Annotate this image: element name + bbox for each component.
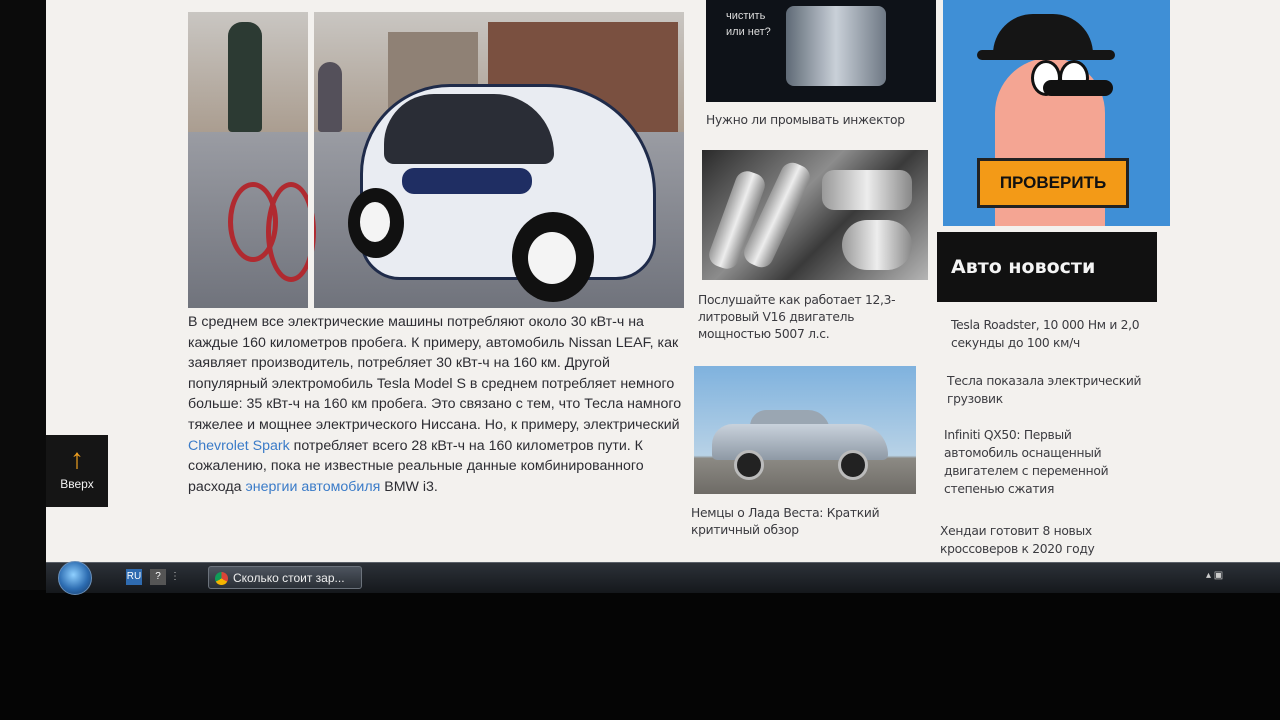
check-button[interactable]: ПРОВЕРИТЬ bbox=[977, 158, 1129, 208]
scroll-up-button[interactable]: ↑ Вверх bbox=[46, 435, 108, 507]
monitor-bezel bbox=[0, 0, 46, 590]
browser-viewport: В среднем все электрические машины потре… bbox=[46, 0, 1280, 562]
news-item[interactable]: Infiniti QX50: Первый автомобиль оснащен… bbox=[944, 426, 1124, 498]
windows-taskbar: RU ? ⋮ Сколько стоит зар... ▴ ▣ bbox=[46, 561, 1280, 595]
article-hero-image bbox=[188, 12, 684, 308]
quicklaunch-expand-icon[interactable]: ⋮ bbox=[170, 569, 180, 585]
article-text-1: В среднем все электрические машины потре… bbox=[188, 314, 682, 433]
arrow-up-icon: ↑ bbox=[70, 443, 84, 474]
auto-news-heading: Авто новости bbox=[937, 232, 1157, 302]
energy-link[interactable]: энергии автомобиля bbox=[246, 479, 381, 495]
advertisement-banner[interactable]: ПРОВЕРИТЬ bbox=[943, 0, 1170, 226]
v16-engine-thumbnail[interactable] bbox=[702, 150, 928, 280]
thumbnail-caption-text: чистить или нет? bbox=[726, 10, 771, 38]
help-icon[interactable]: ? bbox=[150, 569, 166, 585]
article-text-3: BMW i3. bbox=[380, 478, 438, 495]
lada-vesta-article-link[interactable]: Немцы о Лада Веста: Краткий критичный об… bbox=[691, 505, 901, 539]
injector-thumbnail[interactable]: чистить или нет? bbox=[706, 0, 936, 102]
scroll-up-label: Вверх bbox=[60, 477, 94, 491]
news-item[interactable]: Tesla Roadster, 10 000 Нм и 2,0 секунды … bbox=[951, 316, 1151, 352]
language-indicator[interactable]: RU bbox=[126, 569, 142, 585]
start-button[interactable] bbox=[58, 561, 92, 595]
injector-article-link[interactable]: Нужно ли промывать инжектор bbox=[706, 112, 936, 129]
taskbar-browser-window[interactable]: Сколько стоит зар... bbox=[208, 566, 362, 589]
news-item[interactable]: Хендаи готовит 8 новых кроссоверов к 202… bbox=[940, 522, 1120, 558]
chrome-icon bbox=[215, 572, 228, 585]
taskbar-window-title: Сколько стоит зар... bbox=[233, 571, 345, 585]
system-tray[interactable]: ▴ ▣ bbox=[1206, 570, 1223, 581]
article-body: В среднем все электрические машины потре… bbox=[188, 312, 688, 497]
chevrolet-spark-link[interactable]: Chevrolet Spark bbox=[188, 438, 290, 454]
news-item[interactable]: Тесла показала электрический грузовик bbox=[947, 372, 1147, 408]
lada-vesta-thumbnail[interactable] bbox=[694, 366, 916, 494]
v16-article-link[interactable]: Послушайте как работает 12,3-литровый V1… bbox=[698, 292, 924, 343]
